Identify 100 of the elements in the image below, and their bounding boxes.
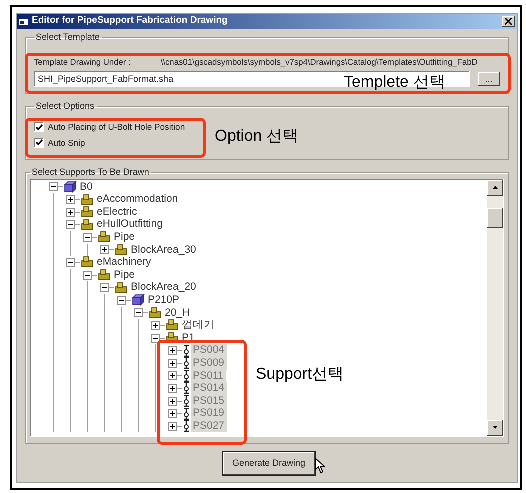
connector-line <box>177 350 182 352</box>
expand-toggle[interactable] <box>83 270 92 280</box>
expand-toggle[interactable] <box>83 232 92 242</box>
expand-toggle[interactable] <box>66 258 75 267</box>
tree-item[interactable]: Pipe <box>112 230 138 244</box>
minus-icon <box>102 285 107 290</box>
connector-line <box>143 312 148 314</box>
folder-icon <box>98 269 111 282</box>
plus-icon <box>102 247 107 252</box>
folder-icon <box>81 256 94 268</box>
connector-line <box>160 324 165 326</box>
tree-item[interactable]: 껍데기 <box>180 319 217 332</box>
generate-drawing-button[interactable]: Generate Drawing <box>223 452 315 476</box>
tree-item[interactable]: eAccommodation <box>95 193 180 206</box>
folder-icon <box>149 306 162 319</box>
plus-icon <box>68 210 73 215</box>
scroll-up-button[interactable] <box>487 180 503 196</box>
tree-item[interactable]: eMachinery <box>95 256 154 269</box>
plus-icon <box>170 348 175 354</box>
plus-icon <box>153 322 158 328</box>
plus-icon <box>170 360 175 366</box>
folder-icon <box>81 206 94 218</box>
connector-line <box>75 212 80 213</box>
tree-item[interactable]: Pipe <box>112 268 138 282</box>
minus-icon <box>85 272 90 278</box>
expand-toggle[interactable] <box>168 371 177 380</box>
scroll-thumb[interactable] <box>487 208 503 228</box>
expand-toggle[interactable] <box>66 195 75 204</box>
expand-toggle[interactable] <box>49 182 58 192</box>
connector-line <box>75 199 80 200</box>
connector-line <box>177 426 182 427</box>
expand-toggle[interactable] <box>151 320 160 330</box>
plus-icon <box>170 373 175 378</box>
plus-icon <box>68 197 73 202</box>
scrollbar[interactable] <box>487 180 503 436</box>
tree-item[interactable]: BlockArea_20 <box>129 281 198 294</box>
connector-line <box>92 236 97 238</box>
minus-icon <box>68 260 73 265</box>
connector-line <box>58 186 63 188</box>
expand-toggle[interactable] <box>117 296 126 305</box>
close-button[interactable] <box>502 16 515 27</box>
tree-item[interactable]: eElectric <box>95 206 140 218</box>
connector-line <box>75 262 80 263</box>
tree-item[interactable]: 20_H <box>163 306 192 320</box>
connector-line <box>177 413 182 414</box>
group-label: Select Supports To Be Drawn <box>31 168 150 177</box>
expand-toggle[interactable] <box>66 208 75 217</box>
minus-icon <box>119 298 124 303</box>
folder-icon <box>115 244 128 256</box>
tree-item[interactable]: eHullOutfitting <box>95 218 165 231</box>
expand-toggle[interactable] <box>100 283 109 292</box>
expand-toggle[interactable] <box>168 409 177 418</box>
tree-item[interactable]: BlockArea_30 <box>129 244 198 256</box>
folder-icon <box>166 332 179 344</box>
expand-toggle[interactable] <box>168 384 177 393</box>
folder-icon <box>115 282 128 294</box>
folder-icon <box>81 218 94 231</box>
minus-icon <box>85 234 90 240</box>
folder-icon <box>81 194 94 206</box>
annotation-label: Option 선택 <box>215 129 299 145</box>
template-path: \\cnas01\gscadsymbols\symbols_v7sp4\Drawings\Catalog\Templates\Outfitting_FabD <box>160 56 478 69</box>
down-arrow-icon <box>492 426 498 430</box>
expand-toggle[interactable] <box>134 308 143 318</box>
expand-toggle[interactable] <box>100 245 109 254</box>
up-arrow-icon <box>492 186 498 190</box>
annotation-label: Support선택 <box>256 367 344 383</box>
connector-line <box>160 338 165 339</box>
plus-icon <box>170 424 175 429</box>
connector-line <box>109 249 114 250</box>
minus-icon <box>68 222 73 228</box>
option-label: Auto Placing of U-Bolt Hole Position <box>48 120 186 134</box>
tree-item[interactable]: P210P <box>146 294 182 307</box>
minus-icon <box>51 184 56 190</box>
cube-icon <box>132 294 145 306</box>
window-title: Editor for PipeSupport Fabrication Drawing <box>32 14 228 28</box>
expand-toggle[interactable] <box>168 422 177 431</box>
expand-toggle[interactable] <box>66 220 75 230</box>
path-label: Template Drawing Under : <box>34 56 131 69</box>
tree-item[interactable]: B0 <box>78 180 95 194</box>
folder-icon <box>98 231 111 244</box>
checkbox[interactable] <box>34 138 44 148</box>
connector-line <box>177 375 182 376</box>
cube-icon <box>64 180 77 193</box>
scroll-down-button[interactable] <box>487 420 503 436</box>
expand-toggle[interactable] <box>151 334 160 343</box>
expand-toggle[interactable] <box>168 358 177 368</box>
connector-line <box>109 287 114 288</box>
connector-line <box>75 224 80 226</box>
browse-button[interactable]: ... <box>478 72 500 86</box>
mouse-pointer-icon <box>314 458 325 474</box>
plus-icon <box>170 398 175 404</box>
expand-toggle[interactable] <box>168 346 177 356</box>
connector-line <box>177 362 182 364</box>
plus-icon <box>170 411 175 416</box>
expand-toggle[interactable] <box>168 396 177 406</box>
connector-line <box>177 388 182 389</box>
connector-line <box>177 400 182 402</box>
app-icon <box>19 18 28 26</box>
minus-icon <box>136 310 141 316</box>
checkbox[interactable] <box>34 122 44 132</box>
